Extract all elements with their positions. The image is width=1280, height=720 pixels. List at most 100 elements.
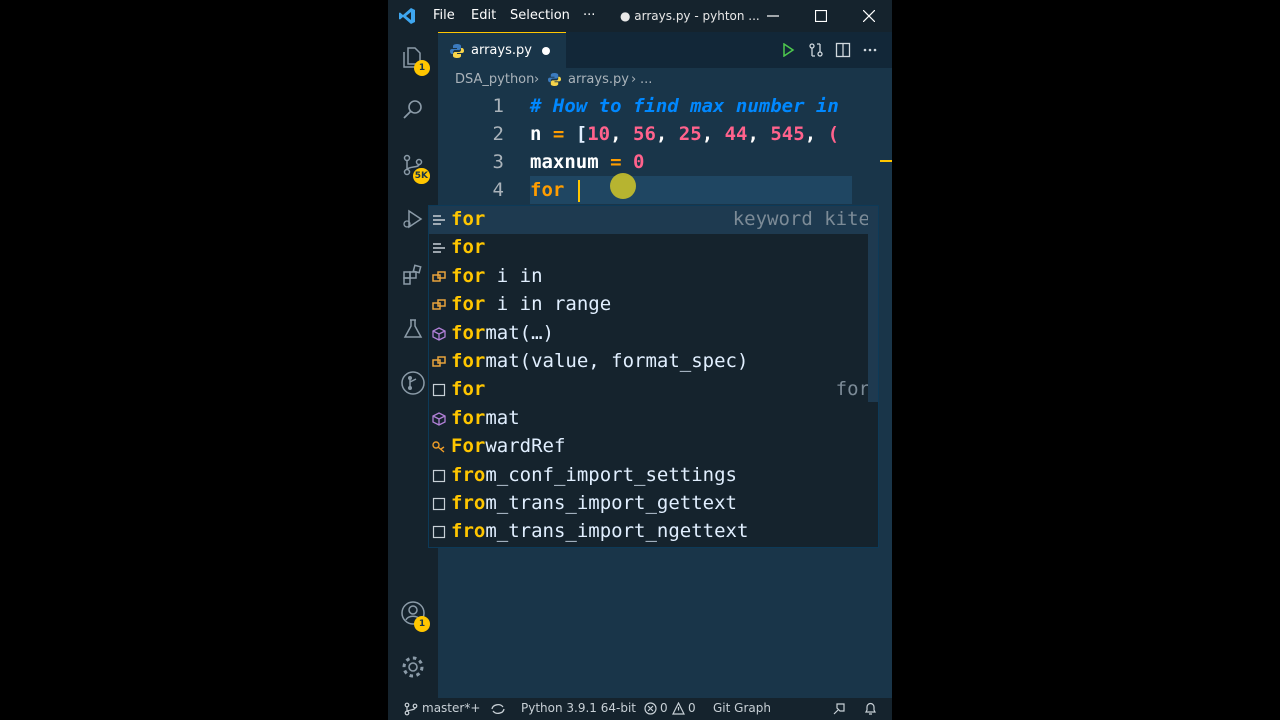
flask-icon	[403, 319, 423, 338]
maximize-button[interactable]	[798, 0, 844, 32]
breadcrumb-folder[interactable]: DSA_python	[455, 72, 534, 87]
source-control-button[interactable]: 5K	[398, 150, 430, 184]
keyword-icon	[433, 243, 445, 254]
method-icon	[432, 326, 446, 341]
suggestion-item[interactable]: ForwardRef	[429, 433, 878, 461]
code-line-4: for	[530, 179, 576, 201]
suggestion-item[interactable]: format(value, format_spec)	[429, 348, 878, 376]
suggestion-item[interactable]: for	[429, 234, 878, 262]
accounts-button[interactable]: 1	[398, 598, 430, 632]
suggestion-match: for	[451, 378, 486, 401]
extensions-button[interactable]	[398, 260, 428, 290]
run-file-button[interactable]	[778, 40, 798, 60]
breadcrumb-more[interactable]: ...	[640, 72, 652, 87]
suggestion-label: for i in range	[451, 293, 611, 315]
breadcrumb-file[interactable]: arrays.py	[568, 72, 629, 87]
line-number: 1	[492, 95, 504, 117]
settings-button[interactable]	[398, 652, 428, 682]
minimize-button[interactable]	[750, 0, 796, 32]
suggestion-match: for	[451, 236, 486, 259]
minimap-marker	[880, 160, 892, 162]
testing-button[interactable]	[398, 314, 428, 344]
suggestion-item[interactable]: from_trans_import_ngettext	[429, 518, 878, 546]
number: 25	[678, 123, 702, 145]
suggestion-item[interactable]: format(…)	[429, 320, 878, 348]
tab-arrays-py[interactable]: arrays.py	[438, 32, 566, 68]
more-actions-button[interactable]	[860, 40, 880, 60]
suggestion-match: For	[451, 435, 486, 458]
suggestion-rest: m_conf_import_settings	[485, 463, 737, 486]
chevron-right-icon: ›	[534, 72, 540, 87]
bell-icon[interactable]	[864, 702, 877, 716]
suggestion-match: for	[451, 293, 486, 316]
comment-text: # How to find max number in	[530, 95, 839, 117]
keyword-for: for	[530, 179, 576, 201]
suggestion-match: for	[451, 350, 486, 372]
suggestion-label: for	[451, 236, 485, 258]
python-interpreter[interactable]: Python 3.9.1 64-bit	[521, 701, 636, 715]
number: 56	[633, 123, 656, 145]
suggest-scrollbar[interactable]	[868, 206, 878, 402]
git-graph-button[interactable]	[398, 368, 428, 398]
suggestion-rest: wardRef	[485, 435, 566, 458]
suggestion-label: from_trans_import_ngettext	[451, 520, 748, 542]
sync-icon[interactable]	[490, 702, 506, 716]
run-debug-button[interactable]	[398, 204, 428, 234]
number: 545	[770, 123, 805, 145]
gear-icon	[402, 656, 424, 678]
suggestion-match: for	[451, 406, 486, 429]
compare-changes-icon	[809, 43, 823, 57]
text-icon	[432, 497, 446, 511]
vscode-window: File Edit Selection ··· ● arrays.py - py…	[388, 0, 892, 720]
git-graph-status[interactable]: Git Graph	[713, 701, 771, 715]
suggestion-rest: mat(…)	[485, 321, 554, 344]
mouse-pointer-highlight	[610, 173, 636, 199]
code-line-2: n = [10, 56, 25, 44, 545, (	[530, 123, 839, 145]
source-control-badge: 5K	[412, 168, 430, 184]
suggestion-item[interactable]: for i in range	[429, 291, 878, 319]
menu-file[interactable]: File	[433, 8, 455, 23]
run-debug-icon	[403, 209, 423, 229]
explorer-badge: 1	[414, 60, 430, 76]
warning-count[interactable]: 0	[688, 701, 696, 715]
suggestion-label: for i in	[451, 265, 543, 287]
branch-status[interactable]: master*+	[422, 701, 480, 715]
text-icon	[432, 384, 446, 397]
chevron-right-icon: ›	[631, 72, 637, 87]
error-count[interactable]: 0	[660, 701, 668, 715]
menu-edit[interactable]: Edit	[471, 8, 496, 23]
snippet-icon	[432, 356, 446, 367]
feedback-icon[interactable]	[832, 702, 846, 716]
autocomplete-widget: for keyword kite for for i in for i in range…	[428, 205, 879, 548]
text-icon	[432, 526, 446, 539]
explorer-button[interactable]: 1	[398, 42, 430, 76]
menu-selection[interactable]: Selection	[510, 8, 570, 23]
suggestion-detail: for	[835, 378, 870, 401]
keyword-icon	[433, 215, 445, 225]
open-changes-button[interactable]	[806, 40, 826, 60]
suggestion-label: format(…)	[451, 322, 554, 344]
suggestion-item[interactable]: from_trans_import_gettext	[429, 490, 878, 518]
unsaved-dot-icon[interactable]	[542, 47, 550, 55]
suggestion-item[interactable]: from_conf_import_settings	[429, 462, 878, 490]
suggestion-rest: m_trans_import_gettext	[485, 492, 737, 514]
suggestion-item[interactable]: format	[429, 405, 878, 433]
close-button[interactable]	[846, 0, 892, 32]
comma: ,	[804, 123, 828, 145]
error-icon	[644, 702, 657, 715]
window-title: ● arrays.py - pyhton ...	[620, 9, 760, 23]
split-editor-button[interactable]	[833, 40, 853, 60]
title-bar: File Edit Selection ··· ● arrays.py - py…	[388, 0, 892, 32]
suggestion-item[interactable]: for for	[429, 376, 878, 404]
search-button[interactable]	[398, 94, 428, 124]
comma: ,	[655, 123, 679, 145]
git-graph-icon	[401, 371, 425, 395]
menu-more[interactable]: ···	[583, 8, 595, 23]
suggestion-detail: keyword kite	[732, 208, 870, 230]
class-icon	[432, 441, 445, 453]
bracket: [	[575, 123, 588, 145]
suggestion-item[interactable]: for i in	[429, 263, 878, 291]
suggestion-item[interactable]: for keyword kite	[429, 206, 878, 234]
comma: ,	[701, 123, 725, 145]
editor-tabs: arrays.py	[438, 32, 892, 68]
